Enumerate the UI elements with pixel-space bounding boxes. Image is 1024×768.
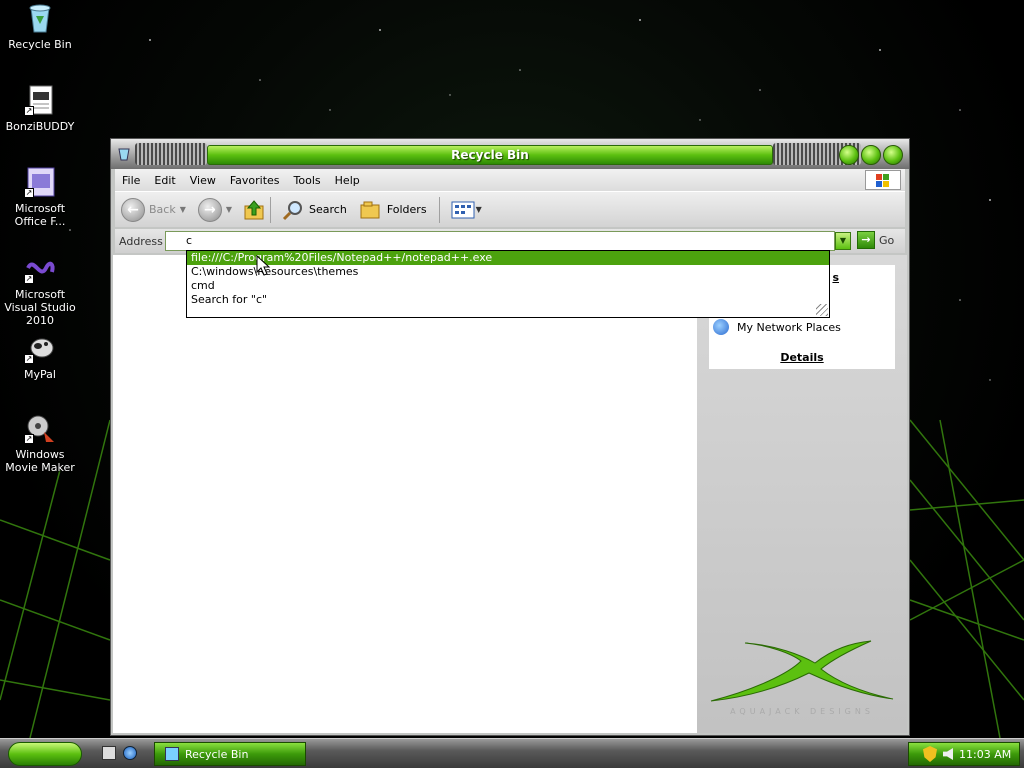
details-heading[interactable]: Details bbox=[709, 351, 895, 364]
go-arrow-icon: → bbox=[857, 231, 875, 249]
up-folder-button[interactable] bbox=[242, 198, 266, 222]
menu-help[interactable]: Help bbox=[328, 174, 367, 187]
desktop-icon-recycle-bin[interactable]: Recycle Bin bbox=[0, 2, 80, 51]
system-tray: 11:03 AM bbox=[908, 742, 1020, 766]
task-pane: s My Network Places Details AQUAJACK DES… bbox=[697, 255, 907, 733]
autocomplete-item[interactable]: file:///C:/Program%20Files/Notepad++/not… bbox=[187, 251, 829, 265]
autocomplete-item[interactable]: C:\windows\Resources\themes bbox=[187, 265, 829, 279]
chevron-down-icon: ▼ bbox=[225, 205, 233, 214]
autocomplete-item[interactable]: Search for "c" bbox=[187, 293, 829, 307]
internet-explorer-icon[interactable] bbox=[123, 746, 137, 760]
recycle-bin-icon bbox=[24, 2, 56, 34]
resize-grip-icon[interactable] bbox=[816, 304, 828, 316]
shortcut-arrow-icon: ↗ bbox=[24, 354, 34, 364]
recycle-bin-icon[interactable] bbox=[117, 147, 131, 161]
file-list-pane[interactable] bbox=[113, 255, 697, 733]
go-label: Go bbox=[879, 233, 895, 247]
show-desktop-icon[interactable] bbox=[102, 746, 116, 760]
chevron-down-icon: ▼ bbox=[475, 205, 482, 214]
task-heading-partial: s bbox=[832, 271, 839, 284]
address-dropdown-button[interactable]: ▼ bbox=[835, 232, 851, 250]
desktop-icon-label: Microsoft Office F... bbox=[14, 202, 66, 228]
address-autocomplete-list: file:///C:/Program%20Files/Notepad++/not… bbox=[186, 250, 830, 318]
title-bar[interactable]: Recycle Bin bbox=[111, 139, 909, 169]
autocomplete-item[interactable]: cmd bbox=[187, 279, 829, 293]
search-label: Search bbox=[309, 203, 347, 216]
menu-bar: File Edit View Favorites Tools Help bbox=[115, 169, 905, 191]
back-button[interactable]: ← Back ▼ bbox=[121, 197, 186, 222]
desktop-icon-bonzibuddy[interactable]: ↗ BonziBUDDY bbox=[0, 84, 80, 133]
go-button[interactable]: → Go bbox=[857, 231, 894, 249]
desktop-icon-label: Recycle Bin bbox=[8, 38, 72, 51]
taskbar-button-label: Recycle Bin bbox=[185, 747, 249, 761]
folders-button[interactable]: Folders bbox=[359, 198, 427, 222]
menu-tools[interactable]: Tools bbox=[287, 174, 328, 187]
address-label: Address bbox=[119, 234, 163, 248]
views-icon bbox=[451, 201, 475, 218]
search-button[interactable]: Search bbox=[281, 198, 347, 222]
mouse-cursor-icon bbox=[256, 255, 271, 276]
start-button[interactable] bbox=[8, 742, 82, 766]
desktop-icon-mypal[interactable]: ↗ MyPal bbox=[0, 332, 80, 381]
shortcut-arrow-icon: ↗ bbox=[24, 274, 34, 284]
forward-button[interactable]: → ▼ bbox=[197, 197, 233, 222]
minimize-button[interactable] bbox=[839, 145, 859, 165]
volume-icon[interactable] bbox=[943, 748, 953, 760]
chevron-down-icon: ▼ bbox=[179, 205, 186, 214]
back-label: Back bbox=[149, 203, 176, 216]
bonzibuddy-icon: ↗ bbox=[24, 84, 56, 116]
my-network-places-link[interactable]: My Network Places bbox=[713, 319, 841, 335]
desktop-icon-label: Microsoft Visual Studio 2010 bbox=[4, 288, 76, 327]
shortcut-arrow-icon: ↗ bbox=[24, 106, 34, 116]
taskbar-button-recycle-bin[interactable]: Recycle Bin bbox=[154, 742, 306, 766]
brand-text: AQUAJACK DESIGNS bbox=[730, 707, 874, 716]
taskbar: Recycle Bin 11:03 AM bbox=[0, 738, 1024, 768]
movie-maker-icon: ↗ bbox=[24, 412, 56, 444]
forward-arrow-icon: → bbox=[197, 197, 222, 222]
desktop-icon-label: MyPal bbox=[24, 368, 56, 381]
windows-logo-icon bbox=[865, 170, 901, 190]
visual-studio-icon: ↗ bbox=[24, 252, 56, 284]
views-button[interactable]: ▼ bbox=[450, 199, 482, 221]
menu-view[interactable]: View bbox=[183, 174, 223, 187]
close-button[interactable] bbox=[883, 145, 903, 165]
xbox-logo-icon bbox=[710, 640, 894, 702]
mypal-icon: ↗ bbox=[24, 332, 56, 364]
clock[interactable]: 11:03 AM bbox=[959, 748, 1011, 761]
office-icon: ↗ bbox=[24, 166, 56, 198]
recycle-bin-icon bbox=[165, 747, 179, 761]
menu-file[interactable]: File bbox=[115, 174, 147, 187]
menu-edit[interactable]: Edit bbox=[147, 174, 182, 187]
folder-up-icon bbox=[244, 199, 264, 219]
toolbar-separator bbox=[438, 196, 440, 223]
shortcut-arrow-icon: ↗ bbox=[24, 188, 34, 198]
desktop-icon-office[interactable]: ↗ Microsoft Office F... bbox=[0, 166, 80, 228]
explorer-window: Recycle Bin File Edit View Favorites Too… bbox=[110, 138, 910, 736]
search-icon bbox=[282, 200, 303, 220]
toolbar-separator bbox=[270, 196, 272, 223]
security-shield-icon[interactable] bbox=[923, 746, 937, 762]
network-globe-icon bbox=[713, 319, 729, 335]
folders-icon bbox=[360, 201, 380, 218]
menu-favorites[interactable]: Favorites bbox=[223, 174, 287, 187]
back-arrow-icon: ← bbox=[121, 197, 145, 222]
chevron-down-icon: ▼ bbox=[839, 236, 847, 245]
title-grill-left bbox=[135, 143, 207, 165]
maximize-button[interactable] bbox=[861, 145, 881, 165]
folders-label: Folders bbox=[386, 203, 427, 216]
my-network-places-label: My Network Places bbox=[737, 320, 841, 334]
desktop-icon-movie-maker[interactable]: ↗ Windows Movie Maker bbox=[0, 412, 80, 474]
shortcut-arrow-icon: ↗ bbox=[24, 434, 34, 444]
toolbar: ← Back ▼ → ▼ Search Folders ▼ bbox=[115, 191, 905, 227]
desktop-icon-label: Windows Movie Maker bbox=[5, 448, 75, 474]
address-input[interactable]: c bbox=[165, 231, 835, 251]
desktop-icon-visual-studio[interactable]: ↗ Microsoft Visual Studio 2010 bbox=[0, 252, 80, 327]
window-title: Recycle Bin bbox=[207, 145, 773, 165]
desktop-icon-label: BonziBUDDY bbox=[5, 120, 75, 133]
